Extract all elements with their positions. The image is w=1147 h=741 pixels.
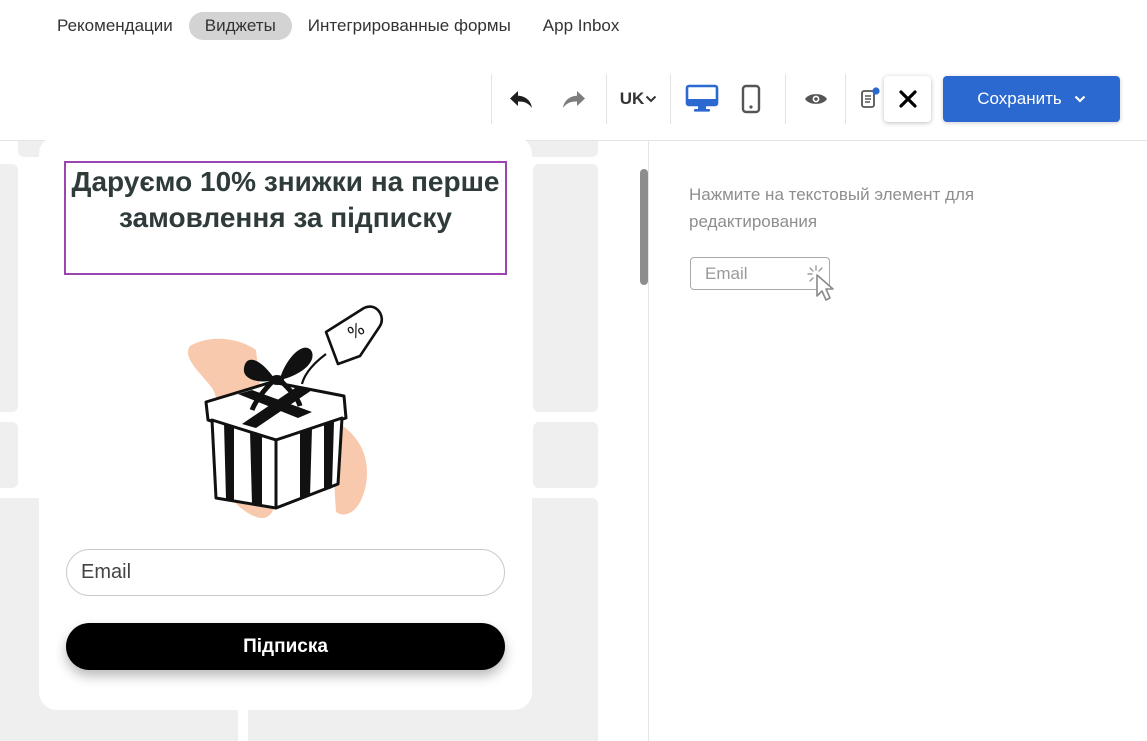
chevron-down-icon [1074,95,1086,103]
desktop-icon [685,84,719,112]
page-background-block [533,164,598,412]
save-button-label: Сохранить [977,89,1062,108]
mobile-view-button[interactable] [733,74,768,124]
language-label: UK [619,89,645,108]
canvas-scrollbar[interactable] [640,169,648,285]
redo-button[interactable] [550,74,598,124]
editor-toolbar: UK [491,74,894,124]
chevron-down-icon [646,95,657,103]
close-icon [898,90,917,108]
redo-icon [563,91,585,108]
tab-integrated-forms[interactable]: Интегрированные формы [292,12,527,40]
tab-app-inbox[interactable]: App Inbox [527,12,636,40]
page-background-block [0,422,18,488]
tab-recommendations[interactable]: Рекомендации [41,12,189,40]
tab-widgets[interactable]: Виджеты [188,11,292,40]
mobile-icon [741,84,760,114]
widget-headline[interactable]: Даруємо 10% знижки на перше замовлення з… [66,164,505,236]
save-button[interactable]: Сохранить [943,76,1120,122]
editor-hint-text: Нажмите на текстовый элемент для редакти… [689,185,975,231]
click-cursor-icon [807,265,834,301]
page-background-block [533,422,598,488]
gift-box-illustration: % [188,305,384,519]
eye-icon [804,94,827,104]
clipboard-notification-icon [861,87,880,108]
subscribe-button[interactable]: Підписка [66,623,505,670]
page-background-block [0,164,18,412]
language-select[interactable]: UK [607,74,670,124]
panel-divider [648,141,649,741]
preview-button[interactable] [786,74,845,124]
undo-icon [510,91,532,108]
desktop-view-button[interactable] [671,74,733,124]
email-field[interactable] [66,549,505,596]
undo-button[interactable] [492,74,550,124]
close-button[interactable] [884,76,931,122]
nav-tabs: Рекомендации Виджеты Интегрированные фор… [41,11,635,40]
subscribe-button-label: Підписка [243,635,328,657]
